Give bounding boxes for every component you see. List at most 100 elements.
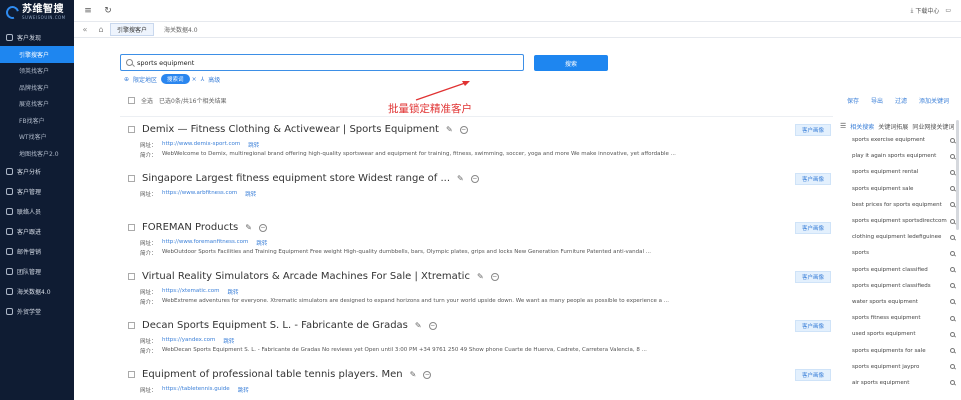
search-icon[interactable]: [950, 364, 955, 370]
sidebar-group-customs[interactable]: 海关数据4.0: [0, 282, 74, 302]
pencil-icon[interactable]: ✎: [457, 174, 464, 183]
minus-circle-icon[interactable]: −: [470, 174, 479, 183]
result-url[interactable]: https://tabletennis.guide: [162, 386, 230, 394]
refresh-icon[interactable]: ↻: [102, 6, 114, 16]
sidebar-item-brand[interactable]: 品牌找客户: [0, 79, 74, 96]
search-icon[interactable]: [950, 169, 955, 175]
pencil-icon[interactable]: ✎: [446, 125, 453, 134]
sidebar-group-customer-discovery[interactable]: 客户发现: [0, 28, 74, 46]
keyword-item[interactable]: sports exercise equipment: [840, 132, 961, 148]
search-icon[interactable]: [950, 234, 955, 240]
jump-link[interactable]: 跳转: [227, 288, 238, 296]
tab-peer-keywords[interactable]: 同业网搜关键词: [912, 122, 954, 131]
jump-link[interactable]: 跳转: [245, 190, 256, 198]
result-title[interactable]: Virtual Reality Simulators & Arcade Mach…: [142, 271, 470, 282]
sidebar-item-engine-search[interactable]: 引擎搜客户: [0, 46, 74, 63]
minus-circle-icon[interactable]: −: [428, 321, 437, 330]
keyword-item[interactable]: sports fitness equipment: [840, 310, 961, 326]
keyword-item[interactable]: sports equipment sportsdirectcom: [840, 213, 961, 229]
keyword-item[interactable]: play it again sports equipment: [840, 148, 961, 164]
minus-circle-icon[interactable]: −: [258, 223, 267, 232]
search-icon[interactable]: [950, 202, 955, 208]
result-title[interactable]: FOREMAN Products: [142, 222, 238, 233]
result-title[interactable]: Decan Sports Equipment S. L. - Fabricant…: [142, 320, 408, 331]
jump-link[interactable]: 跳转: [256, 239, 267, 247]
filter-button[interactable]: 过滤: [895, 96, 907, 105]
sidebar-item-exhibition[interactable]: 展览找客户: [0, 96, 74, 113]
home-icon[interactable]: ⌂: [96, 25, 106, 34]
customer-profile-button[interactable]: 客户画像: [795, 173, 831, 185]
pencil-icon[interactable]: ✎: [245, 223, 252, 232]
sidebar-item-linkedin[interactable]: 领英找客户: [0, 63, 74, 80]
keyword-item[interactable]: sports equipments for sale: [840, 342, 961, 358]
search-icon[interactable]: [950, 380, 955, 386]
jump-link[interactable]: 跳转: [248, 141, 259, 149]
search-icon[interactable]: [950, 186, 955, 192]
sidebar-item-map[interactable]: 地图找客户2.0: [0, 145, 74, 162]
result-url[interactable]: http://www.foremanfitness.com: [162, 239, 248, 247]
sidebar-group-followup[interactable]: 客户跟进: [0, 222, 74, 242]
sidebar-item-wt[interactable]: WT找客户: [0, 129, 74, 146]
keyword-item[interactable]: sports equipment classified: [840, 262, 961, 278]
result-checkbox[interactable]: [128, 224, 135, 231]
sidebar-item-fb[interactable]: FB找客户: [0, 112, 74, 129]
search-icon[interactable]: [950, 137, 955, 143]
customer-profile-button[interactable]: 客户画像: [795, 271, 831, 283]
sidebar-group-analysis[interactable]: 客户分析: [0, 162, 74, 182]
double-chevron-left-icon[interactable]: «: [80, 25, 90, 34]
customer-profile-button[interactable]: 客户画像: [795, 222, 831, 234]
search-icon[interactable]: [950, 331, 955, 337]
download-center-link[interactable]: ⤓ 下载中心: [911, 6, 940, 16]
minus-circle-icon[interactable]: −: [423, 370, 432, 379]
select-all-checkbox[interactable]: [128, 96, 135, 104]
search-icon[interactable]: [950, 153, 955, 159]
scrollbar[interactable]: [956, 120, 959, 230]
search-icon[interactable]: [950, 250, 955, 256]
search-term-pill[interactable]: 搜索词: [161, 74, 190, 84]
search-button[interactable]: 搜索: [534, 55, 608, 71]
keyword-item[interactable]: sports equipment rental: [840, 164, 961, 180]
result-checkbox[interactable]: [128, 126, 135, 133]
sidebar-group-management[interactable]: 客户管理: [0, 182, 74, 202]
result-url[interactable]: https://yandex.com: [162, 337, 215, 345]
search-icon[interactable]: [950, 267, 955, 273]
customer-profile-button[interactable]: 客户画像: [795, 320, 831, 332]
keyword-item[interactable]: sports equipment sale: [840, 181, 961, 197]
menu-icon[interactable]: ≡: [82, 6, 94, 16]
advanced-link[interactable]: 高级: [208, 75, 220, 84]
customer-profile-button[interactable]: 客户画像: [795, 369, 831, 381]
search-icon[interactable]: [950, 218, 955, 224]
sidebar-group-team[interactable]: 团队管理: [0, 262, 74, 282]
keyword-item[interactable]: clothing equipment ledefiguinee: [840, 229, 961, 245]
result-url[interactable]: http://www.demix-sport.com: [162, 141, 240, 149]
sidebar-group-contacts[interactable]: 联络人员: [0, 202, 74, 222]
window-icon[interactable]: ▭: [945, 7, 951, 14]
pencil-icon[interactable]: ✎: [415, 321, 422, 330]
jump-link[interactable]: 跳转: [223, 337, 234, 345]
sidebar-group-academy[interactable]: 外贸学堂: [0, 302, 74, 322]
keyword-item[interactable]: used sports equipment: [840, 326, 961, 342]
keyword-item[interactable]: sports equipment jaypro: [840, 359, 961, 375]
keyword-item[interactable]: water sports equipment: [840, 294, 961, 310]
export-button[interactable]: 导出: [871, 96, 883, 105]
search-icon[interactable]: [950, 348, 955, 354]
tab-keyword-expand[interactable]: 关键词拓展: [878, 122, 908, 131]
minus-circle-icon[interactable]: −: [459, 125, 468, 134]
result-url[interactable]: https://xtematic.com: [162, 288, 219, 296]
customer-profile-button[interactable]: 客户画像: [795, 124, 831, 136]
keyword-item[interactable]: sports: [840, 245, 961, 261]
search-icon[interactable]: [950, 315, 955, 321]
keyword-item[interactable]: air sports equipment: [840, 375, 961, 391]
jump-link[interactable]: 跳转: [238, 386, 249, 394]
result-title[interactable]: Singapore Largest fitness equipment stor…: [142, 173, 450, 184]
result-checkbox[interactable]: [128, 322, 135, 329]
keyword-item[interactable]: sports equipment classifieds: [840, 278, 961, 294]
search-input[interactable]: [137, 58, 507, 67]
result-checkbox[interactable]: [128, 175, 135, 182]
region-filter-link[interactable]: 限定地区: [133, 75, 157, 84]
add-keyword-button[interactable]: 添加关键词: [919, 96, 949, 105]
sidebar-group-email[interactable]: 邮件营销: [0, 242, 74, 262]
tab-customs-data[interactable]: 海关数据4.0: [158, 23, 204, 36]
result-url[interactable]: https://www.arbfitness.com: [162, 190, 237, 198]
pencil-icon[interactable]: ✎: [477, 272, 484, 281]
